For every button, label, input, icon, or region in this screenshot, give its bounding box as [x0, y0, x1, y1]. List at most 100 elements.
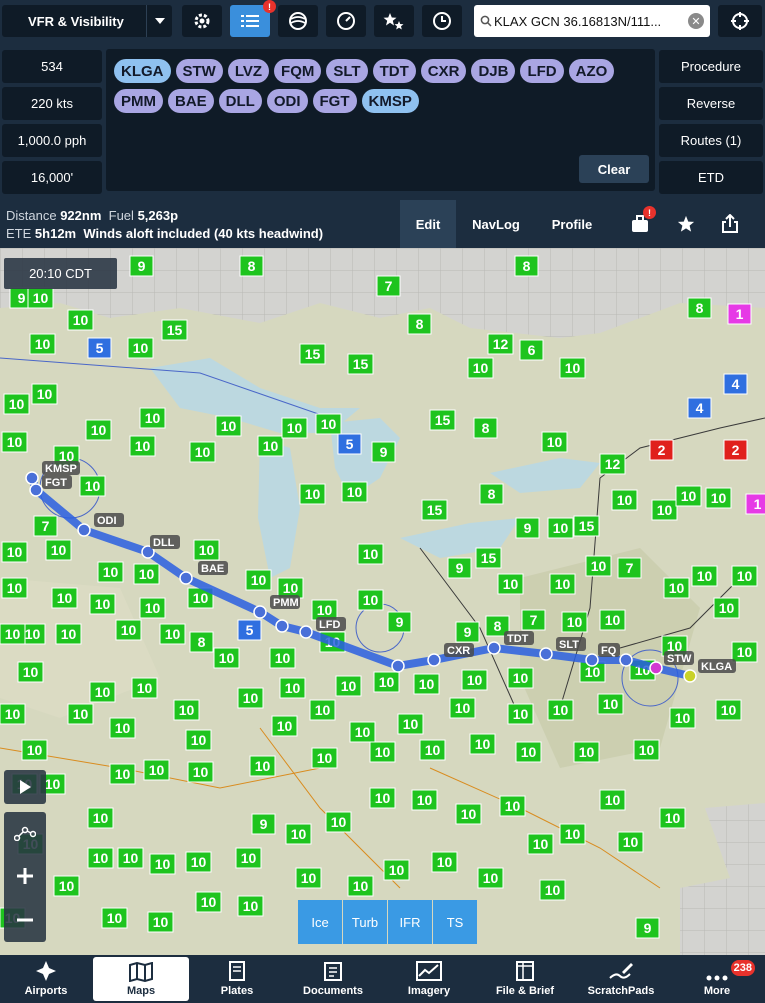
visibility-marker[interactable]: 12 — [487, 333, 514, 355]
route-waypoint-marker[interactable] — [585, 653, 599, 667]
visibility-marker[interactable]: 10 — [109, 763, 136, 785]
visibility-marker[interactable]: 10 — [281, 417, 308, 439]
visibility-marker[interactable]: 10 — [139, 597, 166, 619]
zoom-in-icon[interactable] — [16, 867, 34, 885]
visibility-marker[interactable]: 10 — [1, 577, 28, 599]
visibility-marker[interactable]: 15 — [299, 343, 326, 365]
waypoint-chip[interactable]: DLL — [218, 89, 262, 113]
visibility-marker[interactable]: 4 — [723, 373, 748, 395]
visibility-marker[interactable]: 2 — [723, 439, 748, 461]
visibility-marker[interactable]: 10 — [731, 641, 758, 663]
tab-profile[interactable]: Profile — [538, 200, 606, 248]
visibility-marker[interactable]: 10 — [115, 619, 142, 641]
visibility-marker[interactable]: 10 — [507, 667, 534, 689]
reverse-button[interactable]: Reverse — [659, 87, 763, 120]
visibility-marker[interactable]: 10 — [147, 911, 174, 933]
visibility-marker[interactable]: 10 — [51, 587, 78, 609]
visibility-marker[interactable]: 9 — [455, 621, 480, 643]
visibility-marker[interactable]: 9 — [251, 813, 276, 835]
visibility-marker[interactable]: 10 — [715, 699, 742, 721]
route-waypoint-marker[interactable] — [179, 571, 193, 585]
overlay-tab-turb[interactable]: Turb — [343, 900, 387, 944]
visibility-marker[interactable]: 10 — [455, 803, 482, 825]
route-waypoint-marker[interactable] — [683, 669, 697, 683]
visibility-marker[interactable]: 10 — [585, 555, 612, 577]
play-animation-button[interactable] — [4, 770, 46, 804]
visibility-marker[interactable]: 10 — [469, 733, 496, 755]
visibility-marker[interactable]: 10 — [0, 623, 26, 645]
visibility-marker[interactable]: 10 — [547, 699, 574, 721]
etd-button[interactable]: ETD — [659, 161, 763, 194]
visibility-marker[interactable]: 10 — [67, 703, 94, 725]
visibility-marker[interactable]: 10 — [325, 811, 352, 833]
visibility-marker[interactable]: 15 — [475, 547, 502, 569]
route-waypoint-marker[interactable] — [391, 659, 405, 673]
sectional-map[interactable]: 99 8 8788 11010155 10101010151512 610 10441010… — [0, 248, 765, 955]
route-editor-button[interactable]: ! — [230, 0, 276, 37]
visibility-marker[interactable]: 8 — [473, 417, 498, 439]
visibility-marker[interactable]: 10 — [669, 707, 696, 729]
visibility-marker[interactable]: 10 — [617, 831, 644, 853]
nav-imagery[interactable]: Imagery — [381, 957, 477, 1001]
visibility-marker[interactable]: 10 — [143, 759, 170, 781]
visibility-marker[interactable]: 8 — [239, 255, 264, 277]
visibility-marker[interactable]: 10 — [67, 309, 94, 331]
altitude-field[interactable]: 16,000' — [2, 161, 102, 194]
visibility-marker[interactable]: 9 — [129, 255, 154, 277]
procedure-button[interactable]: Procedure — [659, 50, 763, 83]
visibility-marker[interactable]: 10 — [127, 337, 154, 359]
visibility-marker[interactable]: 10 — [369, 787, 396, 809]
visibility-marker[interactable]: 10 — [357, 589, 384, 611]
visibility-marker[interactable]: 10 — [633, 739, 660, 761]
visibility-marker[interactable]: 8 — [407, 313, 432, 335]
visibility-marker[interactable]: 10 — [597, 693, 624, 715]
visibility-marker[interactable]: 7 — [521, 609, 546, 631]
visibility-marker[interactable]: 10 — [611, 489, 638, 511]
route-input-box[interactable]: KLGA STW LVZ FQM SLT TDT CXR DJB LFD AZO PMM BAE DLL… — [106, 49, 655, 191]
visibility-marker[interactable]: 10 — [193, 539, 220, 561]
visibility-marker[interactable]: 10 — [31, 383, 58, 405]
visibility-marker[interactable]: 10 — [213, 647, 240, 669]
visibility-marker[interactable]: 10 — [349, 721, 376, 743]
tab-edit[interactable]: Edit — [400, 200, 456, 248]
overlay-tab-ice[interactable]: Ice — [298, 900, 342, 944]
zoom-out-icon[interactable] — [16, 911, 34, 929]
visibility-marker[interactable]: 10 — [237, 895, 264, 917]
visibility-marker[interactable]: 10 — [561, 611, 588, 633]
visibility-marker[interactable]: 10 — [17, 661, 44, 683]
visibility-marker[interactable]: 10 — [85, 419, 112, 441]
nav-file-brief[interactable]: File & Brief — [477, 957, 573, 1001]
visibility-marker[interactable]: 10 — [235, 847, 262, 869]
visibility-marker[interactable]: 10 — [269, 647, 296, 669]
waypoint-chip[interactable]: STW — [175, 59, 223, 83]
visibility-marker[interactable]: 10 — [173, 699, 200, 721]
visibility-marker[interactable]: 10 — [21, 739, 48, 761]
visibility-marker[interactable]: 10 — [285, 823, 312, 845]
visibility-marker[interactable]: 10 — [245, 569, 272, 591]
visibility-marker[interactable]: 8 — [514, 255, 539, 277]
visibility-marker[interactable]: 1 — [727, 303, 752, 325]
visibility-marker[interactable]: 12 — [599, 453, 626, 475]
visibility-marker[interactable]: 9 — [387, 611, 412, 633]
waypoint-chip[interactable]: SLT — [326, 59, 368, 83]
routes-button[interactable]: Routes (1) — [659, 124, 763, 157]
pack-button[interactable]: ! — [626, 206, 656, 238]
visibility-marker[interactable]: 7 — [376, 275, 401, 297]
visibility-marker[interactable]: 10 — [149, 853, 176, 875]
clear-search-icon[interactable]: ✕ — [688, 13, 704, 29]
visibility-marker[interactable]: 10 — [3, 393, 30, 415]
visibility-marker[interactable]: 10 — [549, 573, 576, 595]
visibility-marker[interactable]: 9 — [371, 441, 396, 463]
visibility-marker[interactable]: 10 — [79, 475, 106, 497]
visibility-marker[interactable]: 15 — [429, 409, 456, 431]
visibility-marker[interactable]: 10 — [705, 487, 732, 509]
map-view[interactable]: 9 9 8 8 7 8 8 1 10 10 15 5 10 10 10 10 15 15 12 6 10 10 4 4 10 10… — [0, 248, 765, 955]
waypoint-chip[interactable]: ODI — [266, 89, 308, 113]
timeline-button[interactable] — [422, 5, 462, 37]
waypoint-chip[interactable]: BAE — [168, 89, 214, 113]
visibility-marker[interactable]: 10 — [713, 597, 740, 619]
visibility-marker[interactable]: 10 — [515, 741, 542, 763]
nav-more[interactable]: More 238 — [669, 957, 765, 1001]
visibility-marker[interactable]: 10 — [347, 875, 374, 897]
search-input[interactable]: KLAX GCN 36.16813N/111... — [494, 14, 688, 29]
